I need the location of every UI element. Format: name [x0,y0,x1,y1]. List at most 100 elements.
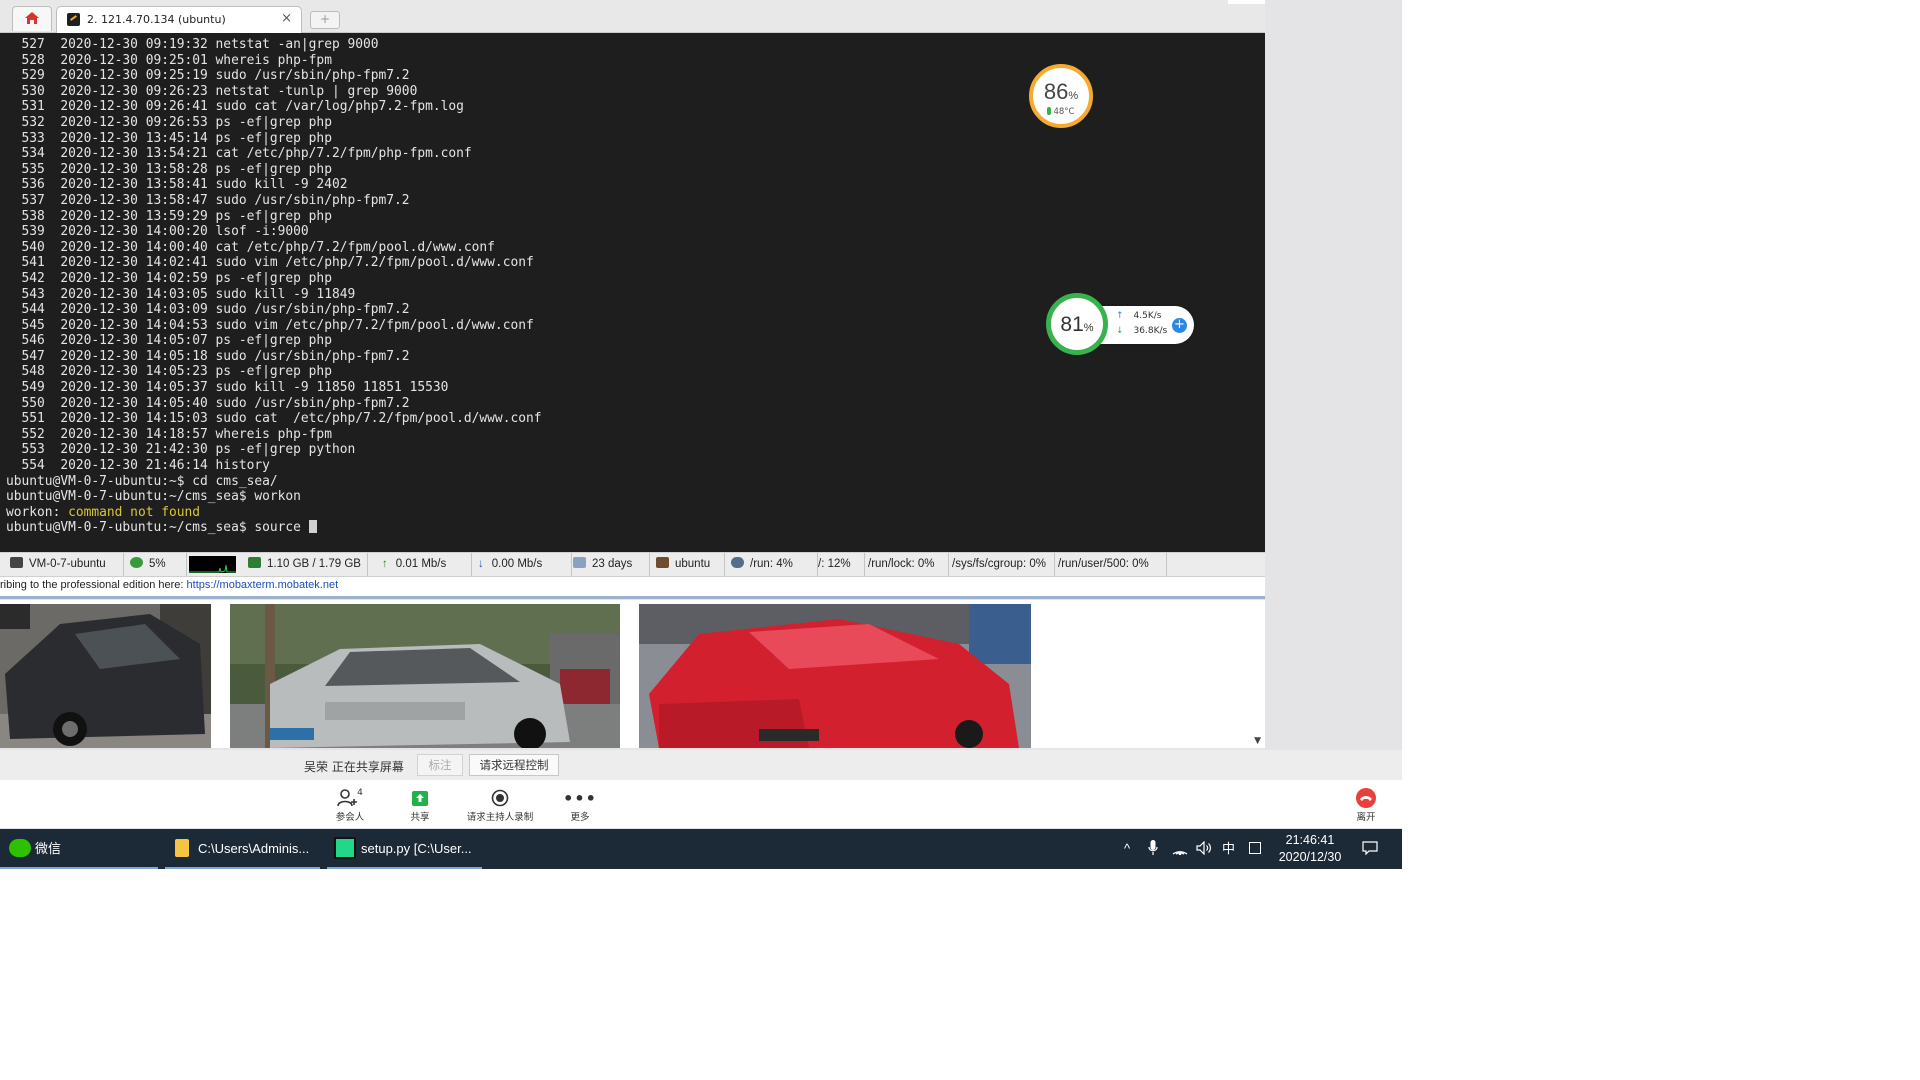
status-disk-cgroup-value: /sys/fs/cgroup: 0% [952,558,1046,570]
request-recording-button[interactable]: 请求主持人录制 [460,787,540,823]
status-host: VM-0-7-ubuntu [4,553,124,576]
info-text: ribing to the professional edition here: [0,579,184,591]
terminal-line: 547 2020-12-30 14:05:18 sudo /usr/sbin/p… [6,348,410,364]
leave-meeting-button[interactable]: 离开 [1351,787,1381,823]
terminal-line: 543 2020-12-30 14:03:05 sudo kill -9 118… [6,286,356,302]
status-disk-root: /: 12% [812,553,865,576]
plus-icon[interactable]: + [1172,318,1187,333]
share-button[interactable]: 共享 [405,787,435,823]
home-tab[interactable] [12,6,52,31]
car-photo-silver-image [230,604,620,748]
wifi-icon[interactable] [1172,829,1188,869]
download-speed-value: 36.8K/s [1133,326,1168,336]
terminal-line: 552 2020-12-30 14:18:57 whereis php-fpm [6,426,332,442]
close-tab-icon[interactable]: × [281,11,292,26]
clock-time: 21:46:41 [1285,833,1335,847]
terminal-line: 529 2020-12-30 09:25:19 sudo /usr/sbin/p… [6,68,410,84]
cpu-graph-lines [189,564,236,573]
scroll-down-arrow-icon[interactable]: ▼ [1254,736,1261,746]
status-uptime-value: 23 days [592,558,633,570]
notification-center-icon[interactable] [1362,829,1378,869]
download-speed: ↓ 36.8K/s [1116,326,1167,336]
memory-gauge: 81% [1046,293,1108,355]
terminal-line: 535 2020-12-30 13:58:28 ps -ef|grep php [6,161,332,177]
terminal-line: 548 2020-12-30 14:05:23 ps -ef|grep php [6,364,332,380]
input-method-indicator[interactable]: 中 [1222,829,1235,869]
user-icon [656,557,669,568]
new-tab-button[interactable]: + [310,11,340,29]
folder-icon [175,839,189,857]
windows-taskbar: 微信 C:\Users\Adminis... setup.py [C:\User… [0,829,1402,869]
screen-share-window: 2. 121.4.70.134 (ubuntu) × + 527 2020-12… [0,0,1402,869]
status-host-value: VM-0-7-ubuntu [29,558,106,570]
status-disk-lock: /run/lock: 0% [862,553,949,576]
error-message: command not found [68,504,201,520]
disk-icon [731,557,744,568]
status-disk-run-value: /run: 4% [750,558,793,570]
terminal-line: 551 2020-12-30 14:15:03 sudo cat /etc/ph… [6,411,542,427]
participants-button[interactable]: 4 参会人 [330,787,370,823]
memory-network-widget[interactable]: 81% ↑ 4.5K/s ↓ 36.8K/s + [1046,293,1196,355]
record-icon-glyph [491,789,509,807]
terminal-line: 537 2020-12-30 13:58:47 sudo /usr/sbin/p… [6,192,410,208]
clock-date: 2020/12/30 [1278,850,1342,864]
microphone-icon[interactable] [1148,829,1158,869]
cpu-temp-value: 48°C [1053,107,1075,117]
record-label: 请求主持人录制 [466,812,534,823]
annotate-button[interactable]: 标注 [417,754,463,776]
terminal-line: 541 2020-12-30 14:02:41 sudo vim /etc/ph… [6,255,534,271]
taskbar-wechat[interactable]: 微信 [0,829,158,869]
memory-percent: 81 [1060,313,1084,336]
status-download: ↓ 0.00 Mb/s [472,553,572,576]
arrow-up-icon: ↑ [1116,311,1124,321]
cpu-temperature: 48°C [1033,107,1089,117]
thermometer-icon [1047,107,1052,115]
car-photo-red [639,604,1031,748]
terminal-line: 550 2020-12-30 14:05:40 sudo /usr/sbin/p… [6,395,410,411]
terminal-line: 549 2020-12-30 14:05:37 sudo kill -9 118… [6,380,449,396]
taskbar-explorer[interactable]: C:\Users\Adminis... [165,829,320,869]
memory-icon [248,557,261,568]
status-disk-root-value: /: 12% [818,558,851,570]
participants-icon: 4 [330,787,370,809]
car-photo-black [0,604,211,748]
more-button[interactable]: ••• 更多 [563,787,596,824]
terminal-line: 527 2020-12-30 09:19:32 netstat -an|grep… [6,37,379,52]
terminal-line: 544 2020-12-30 14:03:09 sudo /usr/sbin/p… [6,302,410,318]
terminal-line: 531 2020-12-30 09:26:41 sudo cat /var/lo… [6,99,464,115]
terminal-icon [67,13,80,26]
status-user: ubuntu [650,553,725,576]
terminal-line: 540 2020-12-30 14:00:40 cat /etc/php/7.2… [6,239,495,255]
status-cpu-value: 5% [149,558,166,570]
terminal-line: 539 2020-12-30 14:00:20 lsof -i:9000 [6,224,309,240]
ime-mode-icon[interactable] [1249,829,1261,869]
ssh-session-tab[interactable]: 2. 121.4.70.134 (ubuntu) × [56,6,302,33]
wechat-icon [9,839,31,857]
cpu-percent-sign: % [1068,90,1079,102]
terminal-line: 533 2020-12-30 13:45:14 ps -ef|grep php [6,130,332,146]
screen-share-bar: 吴荣 正在共享屏幕 标注 请求远程控制 [0,750,1402,780]
terminal-line: 532 2020-12-30 09:26:53 ps -ef|grep php [6,114,332,130]
memory-percent-sign: % [1083,322,1094,334]
terminal-history: 527 2020-12-30 09:19:32 netstat -an|grep… [6,37,542,504]
taskbar-wechat-label: 微信 [35,841,62,856]
tray-show-hidden-icon[interactable]: ^ [1124,829,1130,869]
pycharm-icon [334,837,356,859]
mobatek-link[interactable]: https://mobaxterm.mobatek.net [187,579,339,591]
ssh-session-title: 2. 121.4.70.134 (ubuntu) [87,13,226,26]
upload-speed-value: 4.5K/s [1133,311,1162,321]
terminal-line: 528 2020-12-30 09:25:01 whereis php-fpm [6,52,332,68]
photo-strip: ▼ [0,600,1265,748]
status-disk-cgroup: /sys/fs/cgroup: 0% [946,553,1055,576]
status-disk-run: /run: 4% [725,553,818,576]
taskbar-clock[interactable]: 21:46:41 2020/12/30 [1270,832,1350,866]
taskbar-pycharm[interactable]: setup.py [C:\User... [327,829,482,869]
volume-icon[interactable] [1196,829,1212,869]
cpu-gauge-widget[interactable]: 86% 48°C [1029,64,1093,128]
share-label: 共享 [410,812,430,823]
terminal-line: 534 2020-12-30 13:54:21 cat /etc/php/7.2… [6,146,472,162]
request-remote-control-button[interactable]: 请求远程控制 [469,754,559,776]
more-label: 更多 [570,812,590,823]
status-cpu: 5% [124,553,187,576]
car-photo-silver [230,604,620,748]
